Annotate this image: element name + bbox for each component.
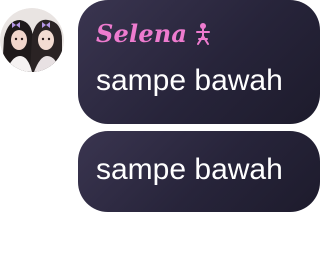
sender-row: Selena — [96, 20, 213, 48]
message-bubble[interactable]: Selena sampe bawah — [78, 0, 320, 124]
message-bubble[interactable]: sampe bawah — [78, 131, 320, 212]
message-text: sampe bawah — [96, 64, 283, 97]
pink-figure-icon — [193, 22, 213, 46]
sender-name[interactable]: Selena — [96, 20, 187, 48]
avatar[interactable] — [0, 8, 64, 72]
message-text: sampe bawah — [96, 153, 283, 186]
avatar-photo-icon — [0, 8, 64, 72]
